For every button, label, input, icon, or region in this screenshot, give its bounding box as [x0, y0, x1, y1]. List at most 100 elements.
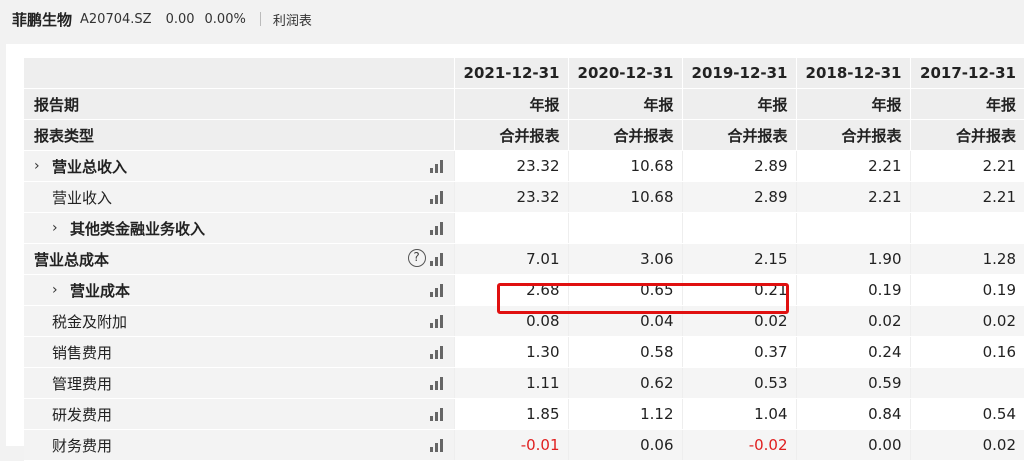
table-cell: 2.21	[909, 181, 1024, 213]
period-type: 年报	[795, 88, 910, 120]
table-cell: 0.65	[567, 274, 682, 306]
table-cell-negative: -0.01	[453, 429, 568, 461]
income-statement-table: 2021-12-31 2020-12-31 2019-12-31 2018-12…	[24, 58, 1024, 461]
column-date[interactable]: 2019-12-31	[681, 58, 796, 89]
row-label-cell[interactable]: 财务费用	[24, 429, 454, 461]
table-cell	[909, 212, 1024, 244]
period-type: 年报	[681, 88, 796, 120]
table-row: 管理费用 1.11 0.62 0.53 0.59	[24, 367, 1024, 399]
column-date[interactable]: 2018-12-31	[795, 58, 910, 89]
table-cell: 1.04	[681, 398, 796, 430]
table-cell: 0.24	[795, 336, 910, 368]
tab-income-statement[interactable]: 利润表	[273, 10, 312, 29]
statement-type: 合并报表	[795, 119, 910, 151]
column-date[interactable]: 2020-12-31	[567, 58, 682, 89]
bar-chart-icon[interactable]	[429, 283, 446, 297]
table-cell	[795, 212, 910, 244]
table-cell: 1.28	[909, 243, 1024, 275]
row-label: 营业总收入	[52, 157, 128, 176]
row-label: 销售费用	[52, 343, 113, 362]
table-cell: 0.02	[681, 305, 796, 337]
table-cell: 0.02	[909, 429, 1024, 461]
table-row: › 营业成本 2.68 0.65 0.21 0.19 0.19	[24, 274, 1024, 306]
income-statement-panel: 2021-12-31 2020-12-31 2019-12-31 2018-12…	[6, 44, 1024, 461]
header-label-report-period: 报告期	[24, 88, 454, 120]
statement-type: 合并报表	[453, 119, 568, 151]
table-cell: 10.68	[567, 181, 682, 213]
statement-type: 合并报表	[567, 119, 682, 151]
table-cell: 0.08	[453, 305, 568, 337]
row-label: 营业成本	[70, 281, 131, 300]
row-label-cell[interactable]: 研发费用	[24, 398, 454, 430]
table-cell: 23.32	[453, 181, 568, 213]
table-cell: 1.90	[795, 243, 910, 275]
column-date[interactable]: 2017-12-31	[909, 58, 1024, 89]
table-cell: 0.19	[909, 274, 1024, 306]
row-label-cell[interactable]: 税金及附加	[24, 305, 454, 337]
bar-chart-icon[interactable]	[429, 314, 446, 328]
table-cell: 2.89	[681, 150, 796, 182]
bar-chart-icon[interactable]	[429, 159, 446, 173]
bar-chart-icon[interactable]	[429, 252, 446, 266]
help-icon[interactable]: ?	[407, 249, 426, 267]
table-cell: 2.21	[795, 150, 910, 182]
stock-code: A20704.SZ	[80, 11, 152, 27]
chevron-right-icon[interactable]: ›	[52, 282, 66, 298]
row-label: 营业总成本	[34, 250, 110, 269]
table-cell: 3.06	[567, 243, 682, 275]
header-divider	[259, 12, 261, 26]
table-cell	[567, 212, 682, 244]
table-cell: 1.12	[567, 398, 682, 430]
row-label-cell[interactable]: 管理费用	[24, 367, 454, 399]
table-row: 营业收入 23.32 10.68 2.89 2.21 2.21	[24, 181, 1024, 213]
table-row: › 营业总收入 23.32 10.68 2.89 2.21 2.21	[24, 150, 1024, 182]
table-cell: 2.15	[681, 243, 796, 275]
header-label-statement-type: 报表类型	[24, 119, 454, 151]
statement-type: 合并报表	[909, 119, 1024, 151]
table-cell: 0.37	[681, 336, 796, 368]
column-date[interactable]: 2021-12-31	[453, 58, 568, 89]
bar-chart-icon[interactable]	[429, 190, 446, 204]
table-cell: 0.54	[909, 398, 1024, 430]
row-label-cell[interactable]: 销售费用	[24, 336, 454, 368]
bar-chart-icon[interactable]	[429, 221, 446, 235]
table-cell: 0.59	[795, 367, 910, 399]
period-type: 年报	[909, 88, 1024, 120]
row-label-cell[interactable]: › 营业总收入	[24, 150, 454, 182]
table-row: 营业总成本 ? 7.01 3.06 2.15 1.90 1.28	[24, 243, 1024, 275]
table-cell	[681, 212, 796, 244]
chevron-right-icon[interactable]: ›	[34, 158, 48, 174]
bar-chart-icon[interactable]	[429, 345, 446, 359]
row-label: 营业收入	[52, 188, 113, 207]
bar-chart-icon[interactable]	[429, 376, 446, 390]
table-cell: 10.68	[567, 150, 682, 182]
row-label-cell[interactable]: 营业总成本 ?	[24, 243, 454, 275]
bar-chart-icon[interactable]	[429, 407, 446, 421]
row-label-cell[interactable]: › 其他类金融业务收入	[24, 212, 454, 244]
table-cell: 0.21	[681, 274, 796, 306]
table-cell: 23.32	[453, 150, 568, 182]
row-label-cell[interactable]: 营业收入	[24, 181, 454, 213]
period-type: 年报	[453, 88, 568, 120]
row-label: 其他类金融业务收入	[70, 219, 206, 238]
table-cell: 0.06	[567, 429, 682, 461]
table-row: 销售费用 1.30 0.58 0.37 0.24 0.16	[24, 336, 1024, 368]
row-label: 研发费用	[52, 405, 113, 424]
chevron-right-icon[interactable]: ›	[52, 220, 66, 236]
table-row: 财务费用 -0.01 0.06 -0.02 0.00 0.02	[24, 429, 1024, 461]
row-label: 税金及附加	[52, 312, 128, 331]
stock-header: 菲鹏生物 A20704.SZ 0.00 0.00% 利润表	[0, 0, 1024, 38]
table-cell: 0.04	[567, 305, 682, 337]
bar-chart-icon[interactable]	[429, 438, 446, 452]
table-row: › 其他类金融业务收入	[24, 212, 1024, 244]
stock-price: 0.00	[165, 11, 195, 27]
header-row-statement-type: 报表类型 合并报表 合并报表 合并报表 合并报表 合并报表	[24, 119, 1024, 151]
table-cell: 0.19	[795, 274, 910, 306]
header-row-period: 报告期 年报 年报 年报 年报 年报	[24, 88, 1024, 120]
row-label-cell[interactable]: › 营业成本	[24, 274, 454, 306]
table-cell: 7.01	[453, 243, 568, 275]
period-type: 年报	[567, 88, 682, 120]
income-statement-table-wrap: 2021-12-31 2020-12-31 2019-12-31 2018-12…	[24, 58, 1024, 461]
table-cell: 2.89	[681, 181, 796, 213]
table-cell: 0.58	[567, 336, 682, 368]
